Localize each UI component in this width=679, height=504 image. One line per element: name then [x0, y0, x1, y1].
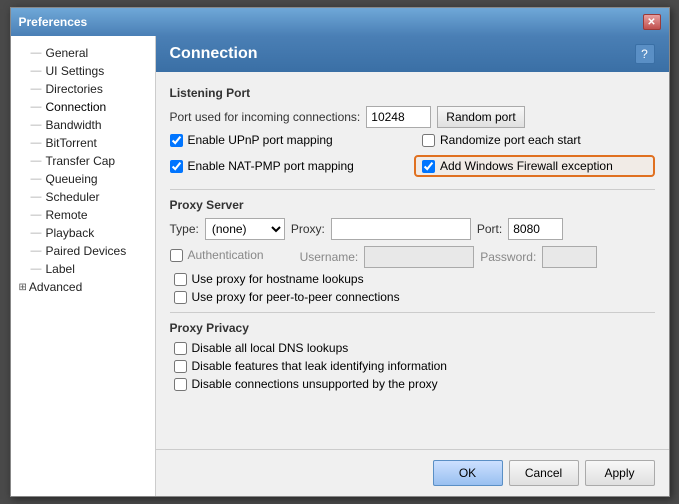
auth-checkbox[interactable] [170, 249, 183, 262]
unsupported-checkbox-row: Disable connections unsupported by the p… [174, 377, 655, 391]
apply-button[interactable]: Apply [585, 460, 655, 486]
ok-button[interactable]: OK [433, 460, 503, 486]
cancel-button[interactable]: Cancel [509, 460, 579, 486]
port-description-label: Port used for incoming connections: [170, 110, 361, 124]
dns-checkbox[interactable] [174, 342, 187, 355]
main-panel: Connection ? Listening Port Port used fo… [156, 36, 669, 496]
password-input[interactable] [542, 246, 597, 268]
sidebar-item-remote[interactable]: — Remote [11, 206, 155, 224]
firewall-label: Add Windows Firewall exception [440, 159, 613, 173]
panel-body: Listening Port Port used for incoming co… [156, 72, 669, 449]
hostname-label: Use proxy for hostname lookups [192, 272, 364, 286]
window-title: Preferences [19, 15, 88, 29]
title-bar: Preferences ✕ [11, 8, 669, 36]
auth-checkbox-row: Authentication [170, 248, 264, 262]
randomize-checkbox-row: Randomize port each start [422, 133, 655, 147]
sidebar-item-connection[interactable]: — Connection [11, 98, 155, 116]
proxy-input[interactable] [331, 218, 471, 240]
dns-label: Disable all local DNS lookups [192, 341, 349, 355]
sidebar-item-playback[interactable]: — Playback [11, 224, 155, 242]
proxy-server-label: Proxy Server [170, 198, 655, 212]
sidebar-item-bittorrent[interactable]: — BitTorrent [11, 134, 155, 152]
nat-label: Enable NAT-PMP port mapping [188, 159, 354, 173]
randomize-checkbox[interactable] [422, 134, 435, 147]
password-label: Password: [480, 250, 536, 264]
content-area: — General — UI Settings — Directories — … [11, 36, 669, 496]
sidebar-item-bandwidth[interactable]: — Bandwidth [11, 116, 155, 134]
sidebar-item-directories[interactable]: — Directories [11, 80, 155, 98]
upnp-checkbox[interactable] [170, 134, 183, 147]
firewall-checkbox-row: Add Windows Firewall exception [414, 155, 655, 177]
help-button[interactable]: ? [635, 44, 655, 64]
port-input[interactable] [366, 106, 431, 128]
sidebar-item-label[interactable]: — Label [11, 260, 155, 278]
username-input[interactable] [364, 246, 474, 268]
close-button[interactable]: ✕ [643, 14, 661, 30]
p2p-checkbox-row: Use proxy for peer-to-peer connections [174, 290, 655, 304]
bottom-bar: OK Cancel Apply [156, 449, 669, 496]
randomize-label: Randomize port each start [440, 133, 581, 147]
sidebar-item-general[interactable]: — General [11, 44, 155, 62]
upnp-label: Enable UPnP port mapping [188, 133, 333, 147]
expand-icon: ⊞ [19, 282, 27, 293]
proxy-type-select[interactable]: (none) HTTP SOCKS4 SOCKS5 [205, 218, 285, 240]
panel-title: Connection [170, 45, 258, 63]
upnp-checkbox-row: Enable UPnP port mapping [170, 133, 403, 147]
listening-port-label: Listening Port [170, 86, 655, 100]
hostname-checkbox-row: Use proxy for hostname lookups [174, 272, 655, 286]
leak-label: Disable features that leak identifying i… [192, 359, 447, 373]
auth-row: Authentication Username: Password: [170, 246, 655, 268]
leak-checkbox-row: Disable features that leak identifying i… [174, 359, 655, 373]
sidebar-item-scheduler[interactable]: — Scheduler [11, 188, 155, 206]
proxy-label: Proxy: [291, 222, 325, 236]
nat-checkbox-row: Enable NAT-PMP port mapping [170, 155, 395, 177]
port-row: Port used for incoming connections: Rand… [170, 106, 655, 128]
sidebar-item-paired-devices[interactable]: — Paired Devices [11, 242, 155, 260]
firewall-checkbox[interactable] [422, 160, 435, 173]
nat-firewall-row: Enable NAT-PMP port mapping Add Windows … [170, 155, 655, 181]
sidebar-item-advanced[interactable]: ⊞ Advanced [11, 278, 155, 296]
dns-checkbox-row: Disable all local DNS lookups [174, 341, 655, 355]
username-label: Username: [300, 250, 359, 264]
divider-1 [170, 189, 655, 190]
p2p-checkbox[interactable] [174, 291, 187, 304]
unsupported-label: Disable connections unsupported by the p… [192, 377, 438, 391]
sidebar: — General — UI Settings — Directories — … [11, 36, 156, 496]
proxy-type-row: Type: (none) HTTP SOCKS4 SOCKS5 Proxy: P… [170, 218, 655, 240]
type-label: Type: [170, 222, 199, 236]
panel-header: Connection ? [156, 36, 669, 72]
divider-2 [170, 312, 655, 313]
proxy-port-input[interactable] [508, 218, 563, 240]
sidebar-item-transfer-cap[interactable]: — Transfer Cap [11, 152, 155, 170]
random-port-button[interactable]: Random port [437, 106, 524, 128]
auth-label: Authentication [188, 248, 264, 262]
nat-checkbox[interactable] [170, 160, 183, 173]
unsupported-checkbox[interactable] [174, 378, 187, 391]
sidebar-item-queueing[interactable]: — Queueing [11, 170, 155, 188]
preferences-window: Preferences ✕ — General — UI Settings — … [10, 7, 670, 497]
upnp-row: Enable UPnP port mapping Randomize port … [170, 133, 655, 151]
hostname-checkbox[interactable] [174, 273, 187, 286]
sidebar-item-ui-settings[interactable]: — UI Settings [11, 62, 155, 80]
p2p-label: Use proxy for peer-to-peer connections [192, 290, 400, 304]
leak-checkbox[interactable] [174, 360, 187, 373]
proxy-privacy-label: Proxy Privacy [170, 321, 655, 335]
title-bar-buttons: ✕ [643, 14, 661, 30]
proxy-port-label: Port: [477, 222, 502, 236]
